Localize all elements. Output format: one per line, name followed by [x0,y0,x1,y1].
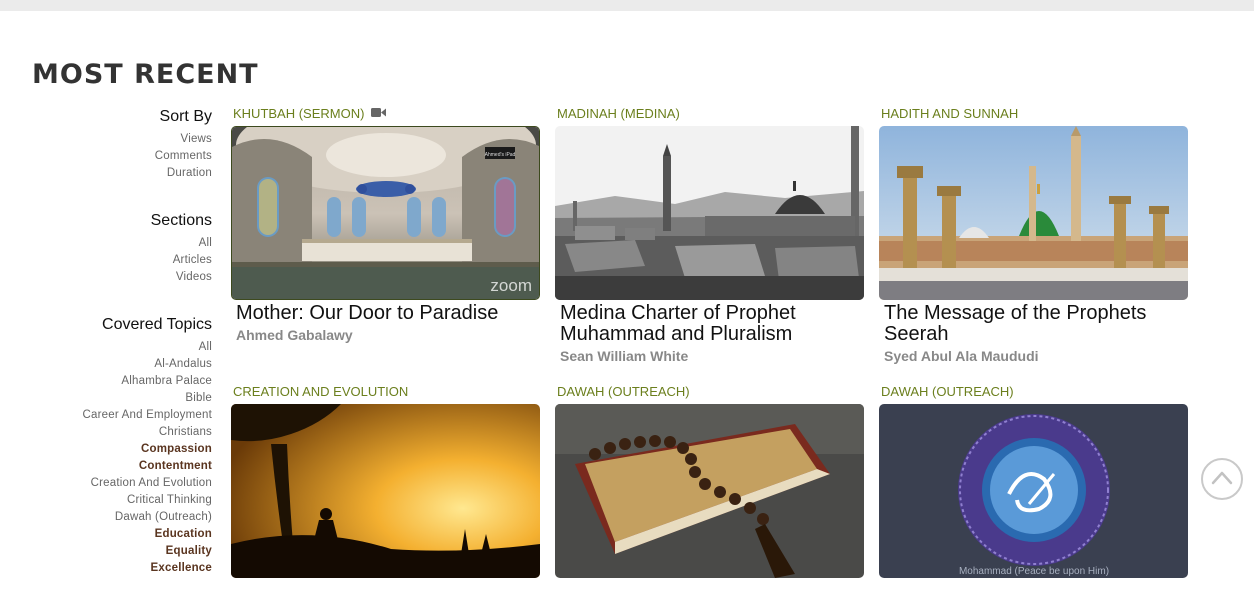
section-videos-link[interactable]: Videos [30,269,212,286]
article-card: DAWAH (OUTREACH) [555,383,864,578]
svg-text:Ahmed's iPad: Ahmed's iPad [485,152,516,158]
topic-link[interactable]: Compassion [30,441,212,458]
article-card: HADITH AND SUNNAH The Message of the Pro… [879,105,1188,364]
scroll-to-top-button[interactable] [1201,458,1243,500]
topic-link[interactable]: Career And Employment [30,407,212,424]
topic-link[interactable]: Contentment [30,458,212,475]
card-title-link[interactable]: The Message of the Prophets Seerah [884,302,1146,345]
video-camera-icon [371,105,387,123]
card-title-block: Mother: Our Door to Paradise Ahmed Gabal… [236,303,536,345]
article-card: KHUTBAH (SERMON) Ahmed's iPad zoom Mothe… [231,105,540,343]
card-title-link[interactable]: Mother: Our Door to Paradise [236,302,498,324]
category-link[interactable]: DAWAH (OUTREACH) [555,383,864,401]
filter-sidebar: Sort By Views Comments Duration Sections… [30,106,212,605]
category-label: HADITH AND SUNNAH [881,106,1019,121]
sort-views-link[interactable]: Views [30,131,212,148]
topic-link[interactable]: Alhambra Palace [30,373,212,390]
card-thumbnail[interactable] [555,404,864,578]
card-thumbnail[interactable]: Mohammad (Peace be upon Him) [879,404,1188,578]
card-thumbnail[interactable] [555,126,864,300]
card-title-block: Medina Charter of Prophet Muhammad and P… [560,303,860,366]
article-card: CREATION AND EVOLUTION [231,383,540,578]
category-link[interactable]: HADITH AND SUNNAH [879,105,1188,123]
covered-topics-group: Covered Topics All Al-Andalus Alhambra P… [30,314,212,577]
covered-topics-title: Covered Topics [102,316,212,333]
sort-by-group: Sort By Views Comments Duration [30,106,212,182]
topic-link[interactable]: Critical Thinking [30,492,212,509]
page-heading: MOST RECENT [32,59,259,90]
category-label: CREATION AND EVOLUTION [233,384,409,399]
section-articles-link[interactable]: Articles [30,252,212,269]
category-link[interactable]: KHUTBAH (SERMON) [231,105,540,123]
sort-comments-link[interactable]: Comments [30,148,212,165]
card-author[interactable]: Ahmed Gabalawy [236,325,536,345]
chevron-up-icon [1203,460,1241,503]
category-label: DAWAH (OUTREACH) [881,384,1014,399]
article-card: MADINAH (MEDINA) Medina Charter of Proph… [555,105,864,364]
svg-text:Mohammad (Peace be upon Him): Mohammad (Peace be upon Him) [959,566,1109,577]
card-author[interactable]: Syed Abul Ala Maududi [884,346,1184,366]
topic-link[interactable]: Christians [30,424,212,441]
category-label: KHUTBAH (SERMON) [233,106,365,121]
category-label: MADINAH (MEDINA) [557,106,680,121]
section-all-link[interactable]: All [30,235,212,252]
sort-by-title: Sort By [159,108,212,125]
sort-duration-link[interactable]: Duration [30,165,212,182]
svg-text:zoom: zoom [490,276,532,295]
topic-link[interactable]: Equality [30,543,212,560]
category-label: DAWAH (OUTREACH) [557,384,690,399]
topic-link[interactable]: Dawah (Outreach) [30,509,212,526]
card-title-link[interactable]: Medina Charter of Prophet Muhammad and P… [560,302,796,345]
card-thumbnail[interactable]: Ahmed's iPad zoom [231,126,540,300]
topic-link[interactable]: All [30,339,212,356]
card-title-block: The Message of the Prophets Seerah Syed … [884,303,1184,366]
topic-link[interactable]: Al-Andalus [30,356,212,373]
topic-link[interactable]: Bible [30,390,212,407]
top-bar [0,0,1254,11]
category-link[interactable]: MADINAH (MEDINA) [555,105,864,123]
sections-group: Sections All Articles Videos [30,210,212,286]
topic-link[interactable]: Education [30,526,212,543]
article-card: DAWAH (OUTREACH) Mohammad (Peace be upon… [879,383,1188,578]
category-link[interactable]: CREATION AND EVOLUTION [231,383,540,401]
card-author[interactable]: Sean William White [560,346,860,366]
card-thumbnail[interactable] [879,126,1188,300]
category-link[interactable]: DAWAH (OUTREACH) [879,383,1188,401]
topic-link[interactable]: Creation And Evolution [30,475,212,492]
card-thumbnail[interactable] [231,404,540,578]
sections-title: Sections [150,212,212,229]
topic-link[interactable]: Excellence [30,560,212,577]
